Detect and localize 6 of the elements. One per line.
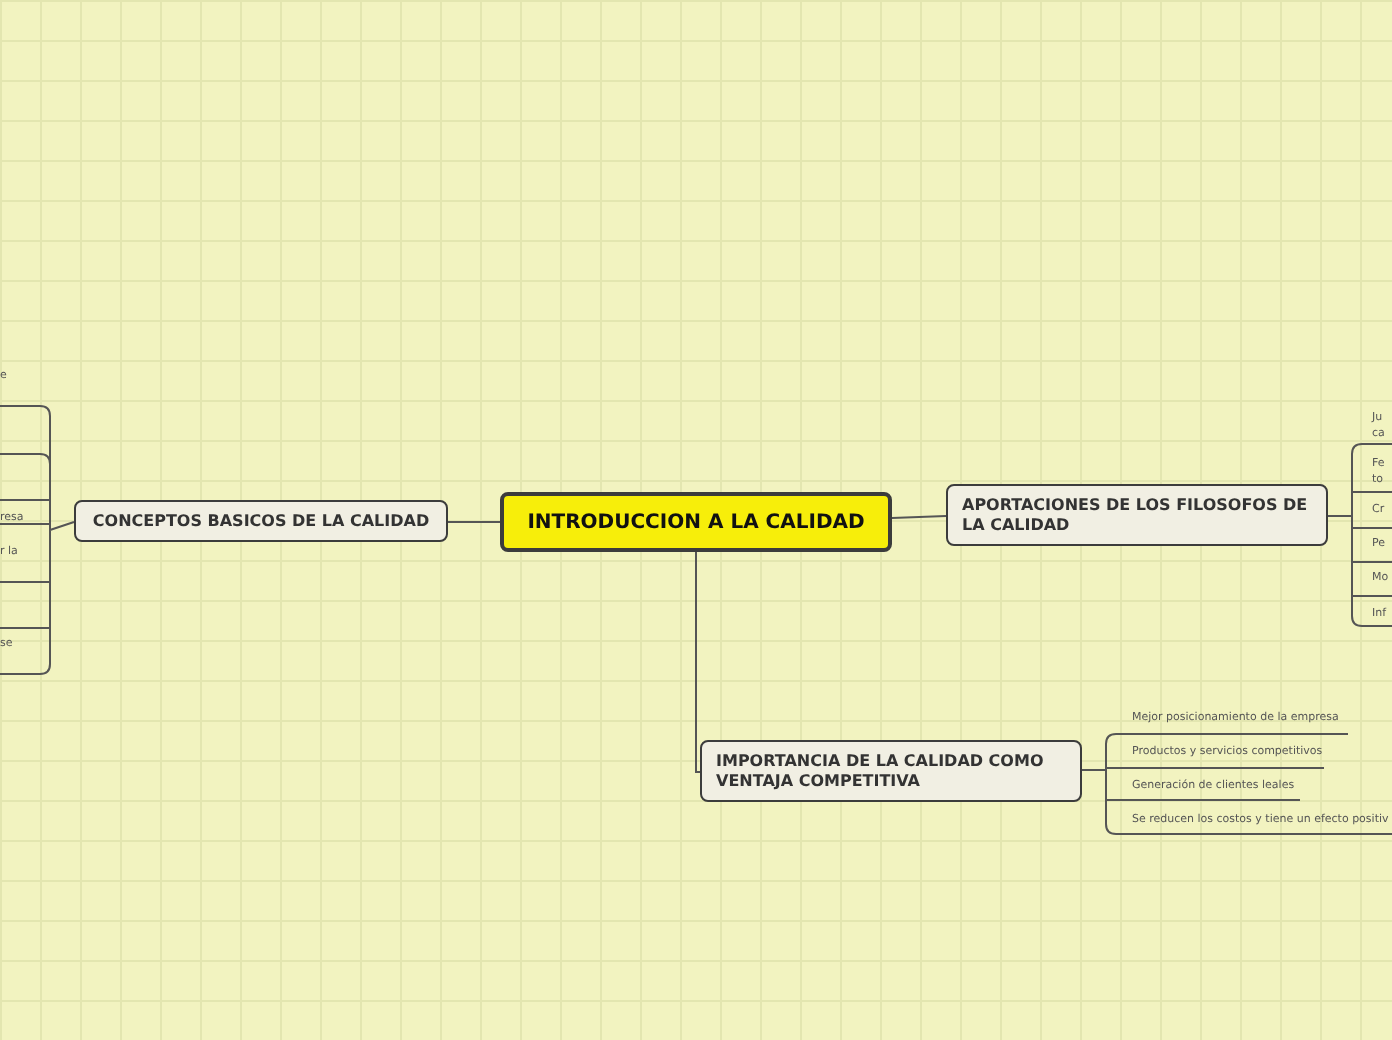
connector-line [891, 515, 947, 519]
main-topic[interactable]: IMPORTANCIA DE LA CALIDAD COMO VENTAJA COMPETITIVA [700, 740, 1082, 802]
connector-line [447, 521, 501, 523]
main-topic[interactable]: APORTACIONES DE LOS FILOSOFOS DE LA CALIDAD [946, 484, 1328, 546]
main-topic[interactable]: CONCEPTOS BASICOS DE LA CALIDAD [74, 500, 448, 542]
central-topic[interactable]: INTRODUCCION A LA CALIDAD [500, 492, 892, 552]
